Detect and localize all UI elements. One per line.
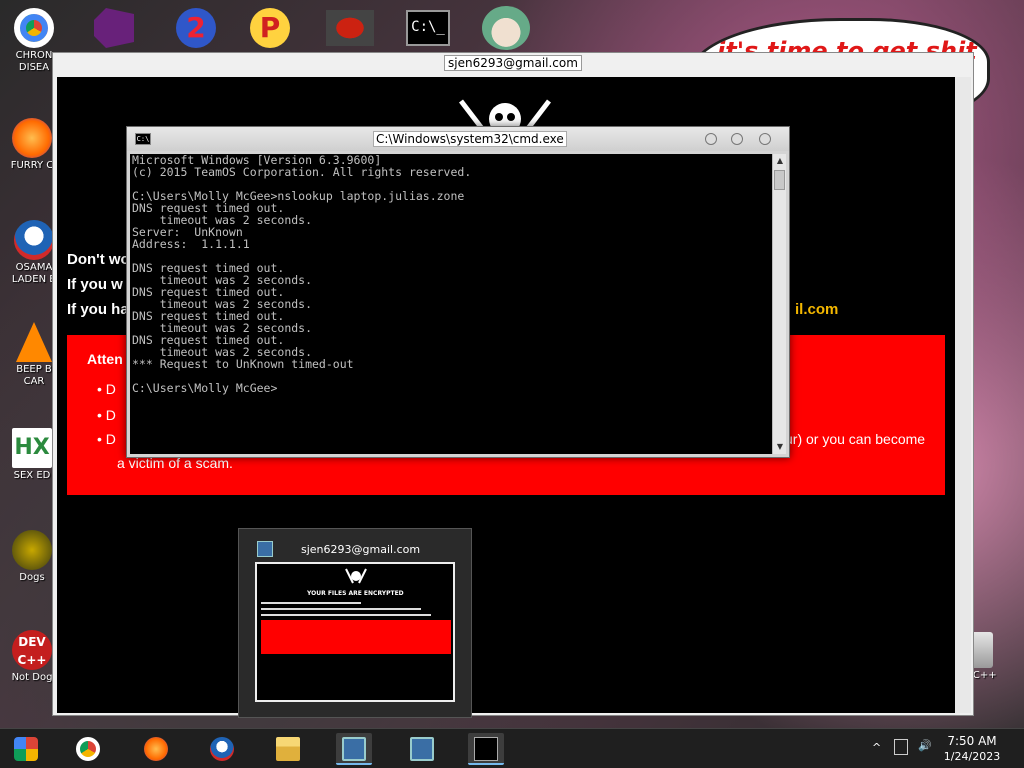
taskbar-ransomware-app-2[interactable] <box>404 733 440 765</box>
clown-icon <box>482 6 530 50</box>
cmd-scrollbar[interactable]: ▲ ▼ <box>772 154 786 454</box>
taskbar-osama[interactable] <box>204 733 240 765</box>
firefox-icon <box>144 737 168 761</box>
taskbar-firefox[interactable] <box>138 733 174 765</box>
notice-line-1: Don't wo <box>67 251 130 268</box>
cmd-console-output[interactable]: Microsoft Windows [Version 6.3.9600] (c)… <box>130 154 772 454</box>
taskbar-chrome[interactable] <box>70 733 106 765</box>
bat-logo-icon <box>326 10 374 46</box>
chrome-icon <box>14 8 54 48</box>
thumbnail-attention-box <box>261 620 451 654</box>
thumbnail-text-line <box>261 614 431 616</box>
volume-icon[interactable]: 🔊 <box>918 739 932 752</box>
maximize-button[interactable] <box>731 133 743 145</box>
cmd-app-icon: C:\ <box>135 133 151 145</box>
taskbar-clock[interactable]: 7:50 AM 1/24/2023 <box>932 733 1012 765</box>
preview-thumbnail[interactable]: YOUR FILES ARE ENCRYPTED <box>255 562 455 702</box>
cmd-icon <box>474 737 498 761</box>
taskbar-file-explorer[interactable] <box>270 733 306 765</box>
taskbar-cmd[interactable] <box>468 733 504 765</box>
attention-bullet-continuation: ur) or you can become <box>785 431 926 447</box>
clock-time: 7:50 AM <box>947 734 997 748</box>
desktop-icon-p[interactable]: P <box>250 8 290 48</box>
clock-date: 1/24/2023 <box>943 750 1001 763</box>
number-two-icon: 2 <box>176 8 216 48</box>
ransomware-window-titlebar[interactable]: sjen6293@gmail.com <box>53 53 973 75</box>
devcpp-icon: DEV C++ <box>12 630 52 670</box>
letter-p-icon: P <box>250 8 290 48</box>
desktop-icon-cmd[interactable]: C:\_ <box>406 10 450 46</box>
attention-bullet: • D <box>97 407 116 423</box>
close-button[interactable] <box>759 133 771 145</box>
scroll-thumb[interactable] <box>774 170 785 190</box>
ransomware-app-icon-2 <box>410 737 434 761</box>
cmd-icon: C:\_ <box>406 10 450 46</box>
attention-bullet: • D <box>97 431 116 447</box>
chrome-icon <box>76 737 100 761</box>
cmd-titlebar[interactable]: C:\ C:\Windows\system32\cmd.exe <box>127 127 789 151</box>
thumbnail-text-line <box>261 608 421 610</box>
scroll-up-arrow-icon[interactable]: ▲ <box>773 154 787 168</box>
start-icon <box>14 737 38 761</box>
taskbar-ransomware-app[interactable] <box>336 733 372 765</box>
visual-studio-icon <box>94 8 134 48</box>
attention-bullet: • D <box>97 381 116 397</box>
cmd-window[interactable]: C:\ C:\Windows\system32\cmd.exe Microsof… <box>126 126 790 458</box>
skull-crossbones-icon <box>345 568 367 584</box>
cmd-window-title: C:\Windows\system32\cmd.exe <box>373 131 567 147</box>
dog-icon <box>12 530 52 570</box>
desktop-icon-visualstudio[interactable] <box>94 8 138 48</box>
notice-line-3: If you ha <box>67 301 129 318</box>
obama-logo-icon <box>14 220 54 260</box>
window-title: sjen6293@gmail.com <box>444 55 582 71</box>
desktop-icon-2[interactable]: 2 <box>176 8 216 48</box>
firefox-icon <box>12 118 52 158</box>
ransomware-scrollbar[interactable] <box>955 77 971 713</box>
minimize-button[interactable] <box>705 133 717 145</box>
show-hidden-icons-button[interactable]: ^ <box>872 741 881 754</box>
ransomware-app-icon <box>257 541 273 557</box>
desktop-icon-bat[interactable] <box>326 10 374 46</box>
taskbar: ^ 🔊 7:50 AM 1/24/2023 <box>0 728 1024 768</box>
start-button[interactable] <box>8 733 44 765</box>
ransomware-app-icon <box>342 737 366 761</box>
scroll-down-arrow-icon[interactable]: ▼ <box>773 440 787 454</box>
network-icon[interactable] <box>894 739 908 755</box>
notice-line-2: If you w <box>67 276 123 293</box>
hx-icon: HX <box>12 428 52 468</box>
preview-title: sjen6293@gmail.com <box>301 543 421 556</box>
thumbnail-text-line <box>261 602 361 604</box>
vlc-cone-icon <box>16 322 52 362</box>
desktop-icon-clown[interactable] <box>482 6 530 50</box>
contact-email-link[interactable]: il.com <box>795 301 838 318</box>
thumbnail-heading: YOUR FILES ARE ENCRYPTED <box>307 590 404 597</box>
attention-heading: Atten <box>87 351 123 367</box>
taskbar-window-preview[interactable]: sjen6293@gmail.com YOUR FILES ARE ENCRYP… <box>238 528 472 718</box>
obama-logo-icon <box>210 737 234 761</box>
file-explorer-icon <box>276 737 300 761</box>
